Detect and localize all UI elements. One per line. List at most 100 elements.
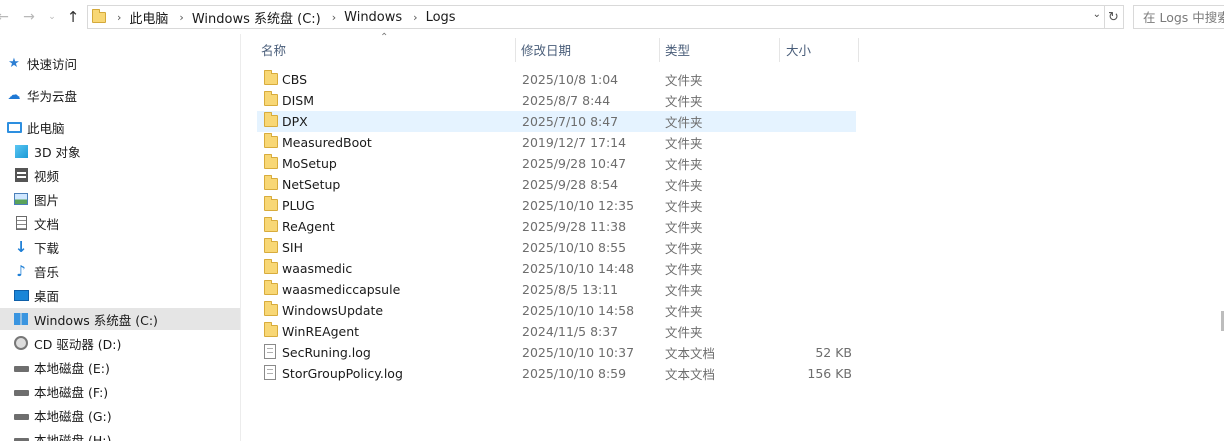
file-row[interactable]: MeasuredBoot 2019/12/7 17:14 文件夹	[257, 132, 856, 153]
file-row[interactable]: NetSetup 2025/9/28 8:54 文件夹	[257, 174, 856, 195]
back-button[interactable]: ←	[0, 8, 12, 26]
file-type: 文件夹	[665, 94, 703, 109]
refresh-button[interactable]: ↻	[1104, 5, 1124, 29]
column-divider[interactable]	[659, 38, 660, 62]
file-size: 156 KB	[807, 366, 852, 381]
file-date: 2025/8/5 13:11	[522, 282, 619, 297]
column-header-name[interactable]: 名称	[261, 34, 514, 64]
search-box[interactable]	[1133, 5, 1224, 29]
file-date: 2025/9/28 8:54	[522, 177, 619, 192]
breadcrumb-c-drive[interactable]: Windows 系统盘 (C:)	[192, 8, 321, 27]
file-date: 2025/10/10 8:55	[522, 240, 627, 255]
cd-drive-icon	[13, 335, 29, 351]
file-row[interactable]: waasmediccapsule 2025/8/5 13:11 文件夹	[257, 279, 856, 300]
cloud-icon: ☁	[7, 87, 21, 103]
chevron-right-icon[interactable]: ›	[413, 11, 417, 24]
sidebar-item-documents[interactable]: 文档	[0, 212, 240, 234]
column-divider[interactable]	[515, 38, 516, 62]
file-row[interactable]: StorGroupPolicy.log 2025/10/10 8:59 文本文档 15…	[257, 363, 856, 384]
file-name: waasmediccapsule	[282, 282, 401, 297]
text-file-icon	[264, 344, 276, 359]
sidebar-item-label: CD 驱动器 (D:)	[34, 336, 122, 352]
file-row[interactable]: CBS 2025/10/8 1:04 文件夹	[257, 69, 856, 90]
breadcrumb-this-pc[interactable]: 此电脑	[129, 8, 168, 27]
sidebar-item-pictures[interactable]: 图片	[0, 188, 240, 210]
file-date: 2025/10/10 10:37	[522, 345, 635, 360]
up-button[interactable]: ↑	[64, 8, 82, 26]
sidebar-item-music[interactable]: ♪ 音乐	[0, 260, 240, 282]
sidebar-item-label: 3D 对象	[34, 144, 81, 160]
file-row[interactable]: waasmedic 2025/10/10 14:48 文件夹	[257, 258, 856, 279]
chevron-right-icon[interactable]: ›	[332, 11, 336, 24]
sidebar-item-g-drive[interactable]: 本地磁盘 (G:)	[0, 404, 240, 426]
column-header-type[interactable]: 类型	[665, 34, 777, 64]
file-name: MoSetup	[282, 156, 337, 171]
sidebar-item-desktop[interactable]: 桌面	[0, 284, 240, 306]
music-icon: ♪	[16, 262, 26, 280]
folder-icon	[92, 8, 106, 23]
sidebar-item-label: 本地磁盘 (H:)	[34, 432, 112, 441]
file-name: StorGroupPolicy.log	[282, 366, 403, 381]
file-row[interactable]: DISM 2025/8/7 8:44 文件夹	[257, 90, 856, 111]
folder-icon	[264, 154, 278, 169]
file-type: 文件夹	[665, 283, 703, 298]
file-row[interactable]: MoSetup 2025/9/28 10:47 文件夹	[257, 153, 856, 174]
breadcrumb-windows[interactable]: Windows	[344, 10, 402, 25]
chevron-right-icon[interactable]: ›	[179, 11, 183, 24]
file-type: 文本文档	[665, 367, 716, 382]
sidebar-item-h-drive[interactable]: 本地磁盘 (H:)	[0, 428, 240, 441]
document-icon	[13, 215, 29, 231]
folder-icon	[264, 112, 278, 127]
sidebar-item-label: 文档	[34, 216, 60, 232]
sidebar-item-e-drive[interactable]: 本地磁盘 (E:)	[0, 356, 240, 378]
file-size	[777, 132, 852, 153]
sidebar-item-label: 下载	[34, 240, 60, 256]
file-row[interactable]: SIH 2025/10/10 8:55 文件夹	[257, 237, 856, 258]
file-size: 52 KB	[815, 345, 852, 360]
sidebar-item-this-pc[interactable]: 此电脑	[0, 116, 240, 138]
sidebar-item-huawei-cloud[interactable]: ☁ 华为云盘	[0, 84, 240, 106]
forward-button[interactable]: →	[20, 8, 38, 26]
file-row[interactable]: ReAgent 2025/9/28 11:38 文件夹	[257, 216, 856, 237]
file-row[interactable]: WindowsUpdate 2025/10/10 14:58 文件夹	[257, 300, 856, 321]
file-name: waasmedic	[282, 261, 353, 276]
sidebar-item-downloads[interactable]: ↓ 下载	[0, 236, 240, 258]
sidebar-item-3d-objects[interactable]: 3D 对象	[0, 140, 240, 162]
arrow-left-icon: ←	[0, 9, 9, 25]
file-type: 文件夹	[665, 178, 703, 193]
sidebar-item-f-drive[interactable]: 本地磁盘 (F:)	[0, 380, 240, 402]
file-size	[777, 195, 852, 216]
file-row[interactable]: WinREAgent 2024/11/5 8:37 文件夹	[257, 321, 856, 342]
file-row[interactable]: PLUG 2025/10/10 12:35 文件夹	[257, 195, 856, 216]
file-date: 2024/11/5 8:37	[522, 324, 619, 339]
recent-locations-button[interactable]: ⌄	[43, 8, 61, 26]
file-name: NetSetup	[282, 177, 341, 192]
navigation-bar: ← → ⌄ ↑ › 此电脑 › Windows 系统盘 (C:) › Windo…	[0, 0, 1224, 34]
address-bar[interactable]: › 此电脑 › Windows 系统盘 (C:) › Windows › Log…	[87, 5, 1105, 29]
sidebar-item-videos[interactable]: 视频	[0, 164, 240, 186]
folder-icon	[264, 259, 278, 274]
file-type: 文本文档	[665, 346, 716, 361]
sidebar-item-label: 视频	[34, 168, 60, 184]
file-date: 2025/9/28 11:38	[522, 219, 627, 234]
file-row[interactable]: SecRuning.log 2025/10/10 10:37 文本文档 52 KB	[257, 342, 856, 363]
column-divider[interactable]	[779, 38, 780, 62]
column-header-date[interactable]: 修改日期	[521, 34, 658, 64]
sidebar-item-d-drive[interactable]: CD 驱动器 (D:)	[0, 332, 240, 354]
file-size	[777, 153, 852, 174]
breadcrumb-logs[interactable]: Logs	[426, 10, 456, 25]
file-row[interactable]: DPX 2025/7/10 8:47 文件夹	[257, 111, 856, 132]
file-date: 2025/8/7 8:44	[522, 93, 611, 108]
sidebar-item-c-drive[interactable]: Windows 系统盘 (C:)	[0, 308, 240, 330]
file-name: PLUG	[282, 198, 315, 213]
search-input[interactable]	[1143, 9, 1224, 25]
column-divider[interactable]	[858, 38, 859, 62]
file-name: SIH	[282, 240, 304, 255]
chevron-right-icon[interactable]: ›	[117, 11, 121, 24]
navigation-pane: ★ 快速访问 ☁ 华为云盘 此电脑 3D 对象 视频 图片 文档 ↓ 下载 ♪ …	[0, 34, 241, 441]
file-size	[777, 258, 852, 279]
address-dropdown-icon[interactable]: ⌄	[1093, 9, 1101, 20]
sidebar-item-label: 音乐	[34, 264, 60, 280]
column-header-size[interactable]: 大小	[786, 34, 858, 64]
sidebar-item-quick-access[interactable]: ★ 快速访问	[0, 52, 240, 74]
